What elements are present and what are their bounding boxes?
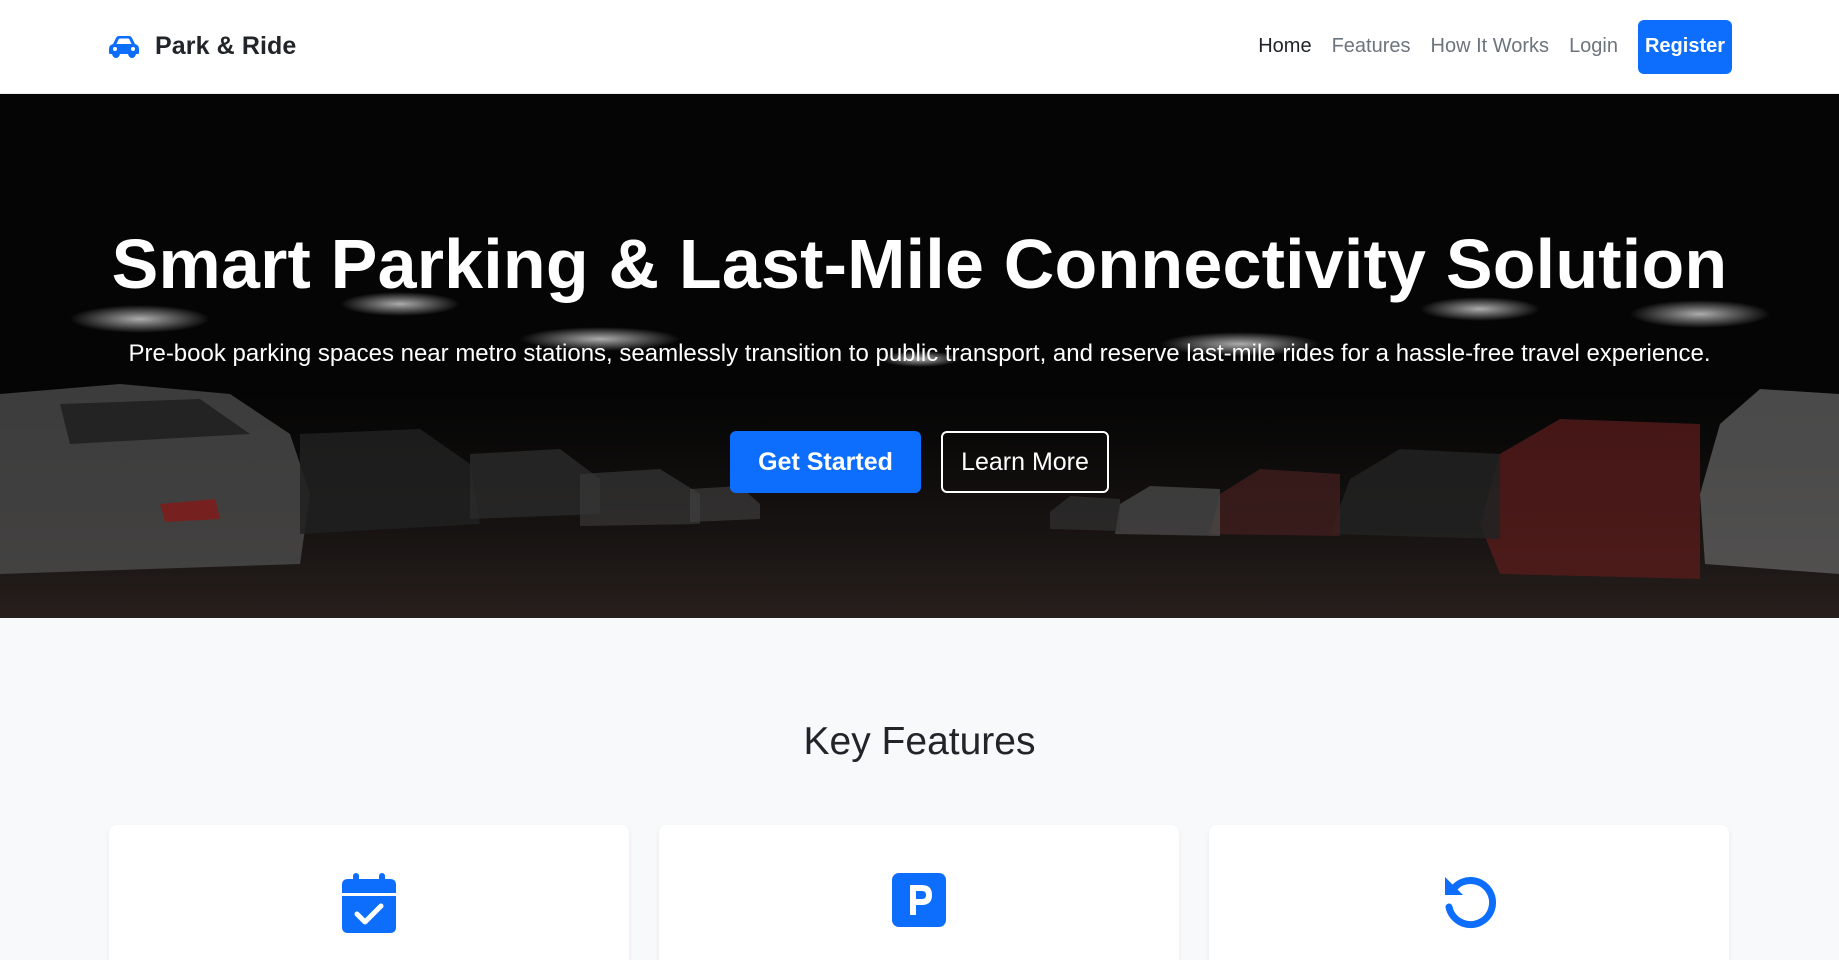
hero-subtitle: Pre-book parking spaces near metro stati… bbox=[128, 340, 1711, 367]
calendar-check-icon bbox=[341, 873, 397, 933]
nav-how-it-works[interactable]: How It Works bbox=[1421, 35, 1560, 58]
hero-section: Smart Parking & Last-Mile Connectivity S… bbox=[0, 94, 1839, 618]
features-title: Key Features bbox=[803, 720, 1036, 763]
brand-link[interactable]: Park & Ride bbox=[107, 32, 296, 61]
hero-content: Smart Parking & Last-Mile Connectivity S… bbox=[0, 94, 1839, 618]
rotate-left-icon bbox=[1441, 873, 1497, 933]
features-section: Key Features bbox=[0, 618, 1839, 960]
hero-buttons: Get Started Learn More bbox=[0, 431, 1839, 493]
car-icon bbox=[107, 35, 141, 59]
feature-card-parking bbox=[659, 825, 1179, 960]
nav-home[interactable]: Home bbox=[1248, 35, 1321, 58]
feature-card-booking bbox=[109, 825, 629, 960]
main-nav: Home Features How It Works Login Registe… bbox=[1248, 19, 1732, 74]
get-started-button[interactable]: Get Started bbox=[730, 431, 921, 493]
learn-more-button[interactable]: Learn More bbox=[941, 431, 1109, 493]
nav-login[interactable]: Login bbox=[1559, 35, 1628, 58]
register-button[interactable]: Register bbox=[1638, 19, 1732, 74]
feature-cards bbox=[109, 825, 1729, 960]
feature-card-rides bbox=[1209, 825, 1729, 960]
hero-title: Smart Parking & Last-Mile Connectivity S… bbox=[111, 225, 1728, 303]
nav-features[interactable]: Features bbox=[1322, 35, 1421, 58]
parking-icon bbox=[891, 873, 947, 933]
brand-name: Park & Ride bbox=[155, 32, 297, 60]
top-navbar: Park & Ride Home Features How It Works L… bbox=[0, 0, 1839, 94]
